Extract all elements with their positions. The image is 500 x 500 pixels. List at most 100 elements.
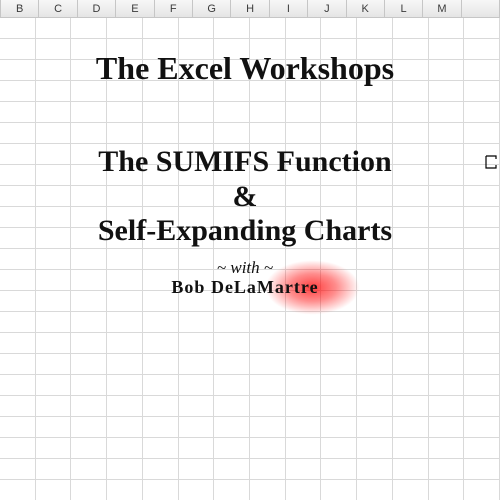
cell[interactable] [107, 18, 143, 39]
cell[interactable] [36, 18, 72, 39]
cell[interactable] [71, 144, 107, 165]
cell[interactable] [0, 81, 36, 102]
cell[interactable] [214, 270, 250, 291]
cell[interactable] [179, 396, 215, 417]
cell[interactable] [464, 123, 500, 144]
cell[interactable] [286, 333, 322, 354]
column-header-e[interactable]: E [116, 0, 154, 17]
cell[interactable] [250, 123, 286, 144]
cell[interactable] [286, 123, 322, 144]
cell[interactable] [464, 228, 500, 249]
cell[interactable] [143, 417, 179, 438]
cell[interactable] [179, 312, 215, 333]
cell[interactable] [429, 39, 465, 60]
cell[interactable] [250, 270, 286, 291]
cell[interactable] [321, 102, 357, 123]
cell[interactable] [393, 417, 429, 438]
cell[interactable] [357, 81, 393, 102]
cell[interactable] [286, 375, 322, 396]
cell[interactable] [357, 375, 393, 396]
cell[interactable] [464, 480, 500, 500]
cell[interactable] [143, 60, 179, 81]
cell[interactable] [36, 480, 72, 500]
cell[interactable] [286, 186, 322, 207]
cell[interactable] [179, 18, 215, 39]
cell[interactable] [393, 249, 429, 270]
cell[interactable] [357, 438, 393, 459]
cell[interactable] [107, 438, 143, 459]
cell[interactable] [250, 375, 286, 396]
column-header-g[interactable]: G [193, 0, 231, 17]
cell[interactable] [71, 438, 107, 459]
cell[interactable] [286, 207, 322, 228]
cell[interactable] [357, 18, 393, 39]
cell[interactable] [357, 60, 393, 81]
cell[interactable] [107, 312, 143, 333]
cell[interactable] [71, 123, 107, 144]
cell[interactable] [143, 312, 179, 333]
cell[interactable] [393, 18, 429, 39]
cell[interactable] [286, 396, 322, 417]
cell[interactable] [143, 438, 179, 459]
cell[interactable] [214, 438, 250, 459]
cell[interactable] [286, 165, 322, 186]
cell[interactable] [107, 375, 143, 396]
cell[interactable] [429, 81, 465, 102]
cell[interactable] [0, 249, 36, 270]
cell[interactable] [71, 102, 107, 123]
cell[interactable] [107, 417, 143, 438]
cell[interactable] [464, 333, 500, 354]
cell[interactable] [107, 144, 143, 165]
cell[interactable] [321, 228, 357, 249]
cell[interactable] [36, 249, 72, 270]
cell[interactable] [286, 228, 322, 249]
cell[interactable] [464, 396, 500, 417]
cell[interactable] [36, 39, 72, 60]
cell[interactable] [321, 144, 357, 165]
cell[interactable] [464, 312, 500, 333]
cell[interactable] [0, 291, 36, 312]
cell[interactable] [107, 249, 143, 270]
cell[interactable] [0, 123, 36, 144]
cell[interactable] [179, 123, 215, 144]
cell[interactable] [321, 207, 357, 228]
cell[interactable] [143, 123, 179, 144]
column-header-k[interactable]: K [347, 0, 385, 17]
cell[interactable] [179, 270, 215, 291]
cell[interactable] [429, 249, 465, 270]
cell[interactable] [321, 39, 357, 60]
cell[interactable] [71, 459, 107, 480]
cell[interactable] [107, 207, 143, 228]
cell[interactable] [250, 186, 286, 207]
cell[interactable] [250, 417, 286, 438]
cell[interactable] [179, 39, 215, 60]
cell[interactable] [429, 165, 465, 186]
cell[interactable] [71, 186, 107, 207]
cell[interactable] [393, 396, 429, 417]
cell[interactable] [321, 459, 357, 480]
cell[interactable] [286, 354, 322, 375]
cell[interactable] [0, 480, 36, 500]
cell[interactable] [429, 480, 465, 500]
cell[interactable] [393, 102, 429, 123]
cell[interactable] [429, 375, 465, 396]
cell[interactable] [36, 165, 72, 186]
cell[interactable] [0, 438, 36, 459]
cell[interactable] [464, 60, 500, 81]
cell[interactable] [143, 144, 179, 165]
cell[interactable] [464, 249, 500, 270]
cell[interactable] [321, 396, 357, 417]
cell[interactable] [36, 459, 72, 480]
cell[interactable] [36, 228, 72, 249]
cell[interactable] [36, 375, 72, 396]
cell[interactable] [143, 102, 179, 123]
cell[interactable] [179, 228, 215, 249]
cell[interactable] [357, 480, 393, 500]
cell[interactable] [143, 354, 179, 375]
cell[interactable] [357, 228, 393, 249]
cell[interactable] [71, 165, 107, 186]
cell[interactable] [357, 396, 393, 417]
cell[interactable] [357, 270, 393, 291]
cell[interactable] [429, 144, 465, 165]
cell[interactable] [393, 144, 429, 165]
